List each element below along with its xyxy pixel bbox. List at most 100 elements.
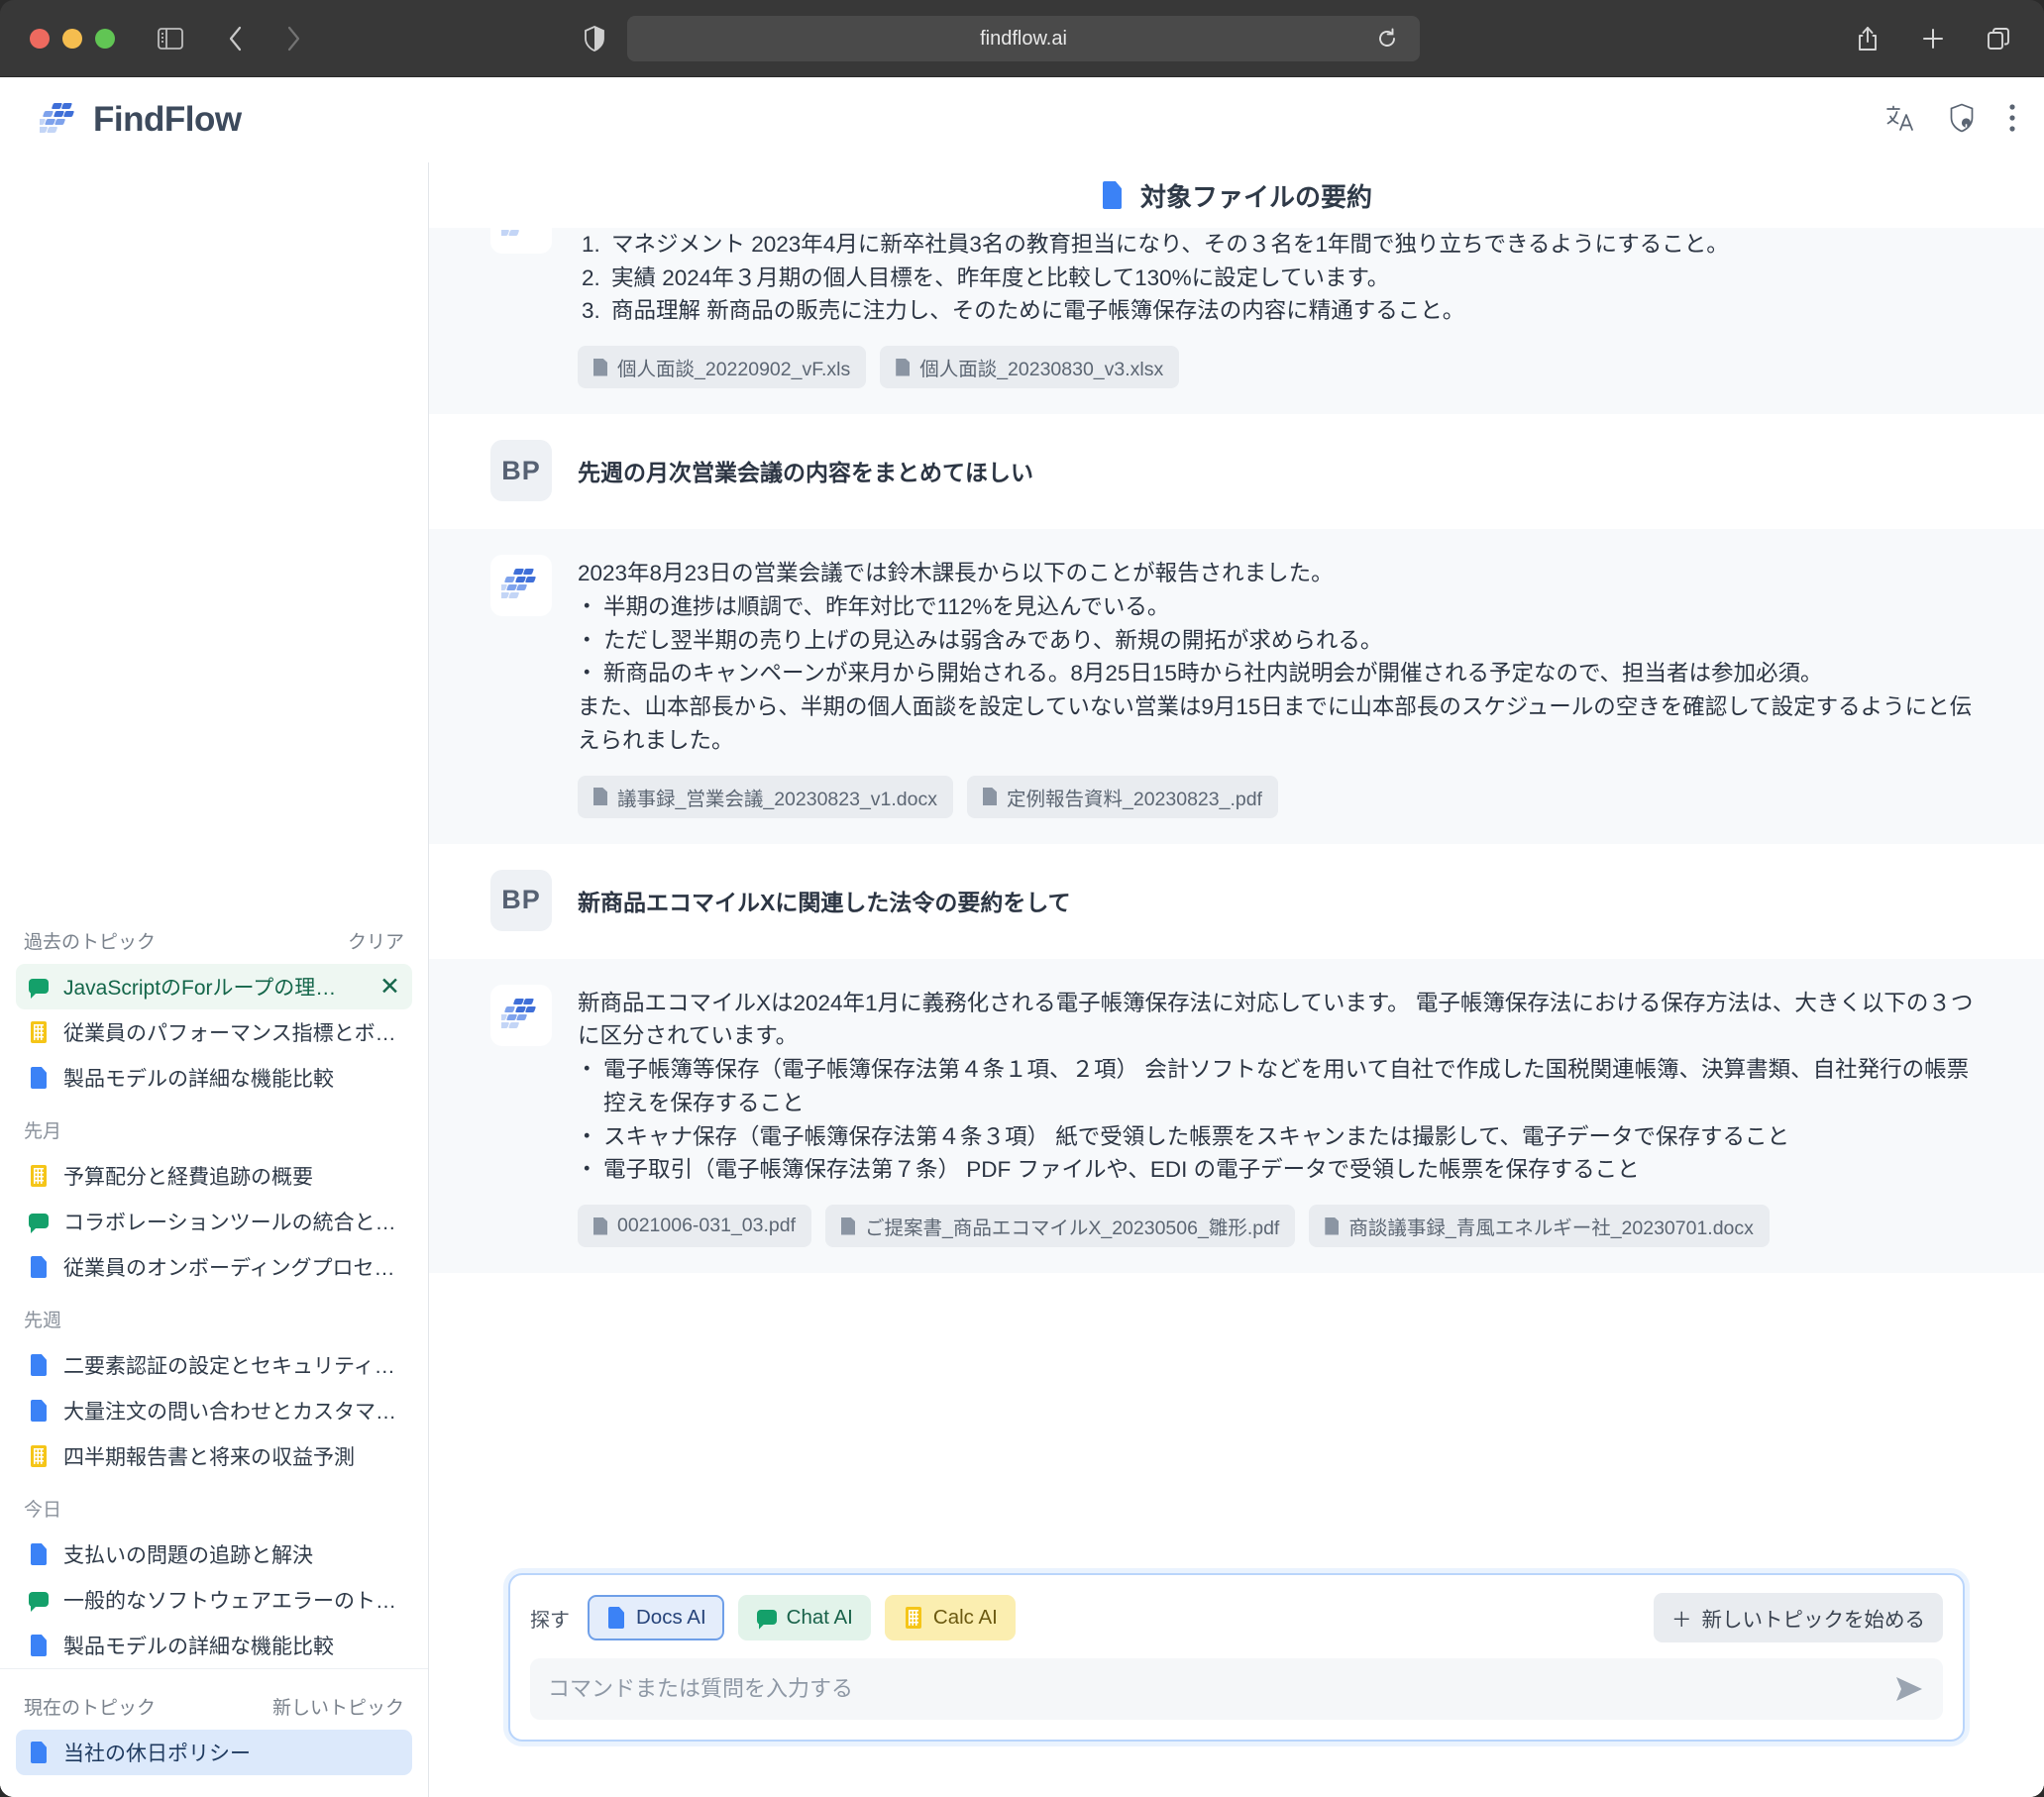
prompt-input[interactable] (548, 1676, 1893, 1702)
web-page: FindFlow (0, 77, 2044, 1797)
brand-name: FindFlow (93, 100, 242, 140)
browser-toolbar-right (1848, 0, 2018, 77)
sidebar-item[interactable]: 大量注文の問い合わせとカスタマイズオプシ… (16, 1388, 412, 1433)
source-file-name: 定例報告資料_20230823_.pdf (1007, 783, 1262, 811)
sidebar-group-label: 先月 (16, 1101, 412, 1153)
forward-arrow-icon[interactable] (273, 19, 313, 58)
user-message: BP先週の月次営業会議の内容をまとめてほしい (429, 414, 2044, 529)
assistant-message: 2023年8月30日に提出予定の面談資料では以下の変更が加えられています。1.マ… (429, 228, 2044, 414)
share-icon[interactable] (1848, 19, 1887, 58)
message-lead: 2023年8月23日の営業会議では鈴木課長から以下のことが報告されました。 (578, 557, 1975, 590)
list-item: 電子帳簿等保存（電子帳簿保存法第４条１項、２項） 会計ソフトなどを用いて自社で作… (578, 1053, 1975, 1120)
mode-calc-ai[interactable]: Calc AI (885, 1595, 1016, 1640)
sidebar-topics-list: 過去のトピック クリア JavaScriptのForループの理解…✕従業員のパフ… (0, 917, 428, 1668)
sidebar-item[interactable]: 従業員のオンボーディングプロセスと必要な… (16, 1244, 412, 1290)
file-icon (593, 1217, 607, 1235)
address-bar-text: findflow.ai (980, 28, 1067, 51)
translate-icon[interactable] (1885, 104, 1915, 137)
sidebar-group-label: 先週 (16, 1290, 412, 1342)
sidebar-toggle-icon[interactable] (151, 19, 190, 58)
message-body: 2023年8月30日に提出予定の面談資料では以下の変更が加えられています。1.マ… (578, 228, 1975, 388)
start-new-topic-label: 新しいトピックを始める (1702, 1603, 1926, 1633)
list-item: 半期の進捗は順調で、昨年対比で112%を見込んでいる。 (578, 590, 1975, 624)
source-file-name: 商談議事録_青風エネルギー社_20230701.docx (1348, 1212, 1754, 1240)
sidebar-item-label: 当社の休日ポリシー (63, 1738, 400, 1767)
sidebar-group-label: 今日 (16, 1479, 412, 1532)
source-file-chip[interactable]: 商談議事録_青風エネルギー社_20230701.docx (1309, 1205, 1770, 1247)
findflow-logo-icon (40, 103, 79, 137)
send-icon[interactable] (1893, 1674, 1925, 1704)
mode-label: Chat AI (787, 1606, 853, 1630)
plus-icon: ＋ (1671, 1603, 1692, 1633)
plus-icon[interactable] (1913, 19, 1953, 58)
minimize-window-button[interactable] (62, 29, 82, 49)
chat-icon (28, 975, 50, 999)
sidebar-item[interactable]: 予算配分と経費追跡の概要 (16, 1153, 412, 1199)
sidebar-item[interactable]: 支払いの問題の追跡と解決 (16, 1532, 412, 1577)
message-body: 新商品エコマイルXは2024年1月に義務化される電子帳簿保存法に対応しています。… (578, 985, 1975, 1248)
shield-lock-icon[interactable] (1949, 103, 1975, 138)
message-body: 先週の月次営業会議の内容をまとめてほしい (578, 440, 1975, 503)
mode-chat-ai[interactable]: Chat AI (738, 1595, 871, 1640)
sidebar-item-label: 四半期報告書と将来の収益予測 (63, 1441, 400, 1471)
main-layout: 過去のトピック クリア JavaScriptのForループの理解…✕従業員のパフ… (0, 162, 2044, 1797)
sidebar-item[interactable]: 製品モデルの詳細な機能比較 (16, 1055, 412, 1101)
sidebar-item[interactable]: 二要素認証の設定とセキュリティのヒント (16, 1342, 412, 1388)
start-new-topic-button[interactable]: ＋ 新しいトピックを始める (1654, 1593, 1943, 1642)
source-file-chip[interactable]: 個人面談_20230830_v3.xlsx (880, 346, 1179, 388)
sidebar-item-label: 二要素認証の設定とセキュリティのヒント (63, 1350, 400, 1380)
tab-overview-icon[interactable] (1979, 19, 2018, 58)
source-file-chip[interactable]: ご提案書_商品エコマイルX_20230506_雛形.pdf (825, 1205, 1295, 1247)
source-file-chips: 議事録_営業会議_20230823_v1.docx 定例報告資料_20230823… (578, 776, 1975, 818)
address-bar[interactable]: findflow.ai (627, 16, 1420, 61)
sidebar-item-label: 予算配分と経費追跡の概要 (63, 1161, 400, 1191)
close-window-button[interactable] (30, 29, 50, 49)
file-icon (593, 359, 607, 376)
source-file-chip[interactable]: 個人面談_20220902_vF.xls (578, 346, 866, 388)
source-file-chip[interactable]: 定例報告資料_20230823_.pdf (967, 776, 1278, 818)
navigation-buttons (216, 19, 313, 58)
current-topic-header: 現在のトピック 新しいトピック (16, 1683, 412, 1730)
back-arrow-icon[interactable] (216, 19, 256, 58)
calc-icon (28, 1020, 50, 1044)
clear-topics-button[interactable]: クリア (348, 927, 404, 954)
doc-icon (28, 1353, 50, 1377)
privacy-shield-icon[interactable] (575, 19, 614, 58)
message-body: 新商品エコマイルXに関連した法令の要約をして (578, 870, 1975, 933)
sidebar-item[interactable]: 一般的なソフトウェアエラーのトラブルシュ… (16, 1577, 412, 1623)
user-message: BP新商品エコマイルXに関連した法令の要約をして (429, 844, 2044, 959)
close-icon[interactable]: ✕ (370, 975, 400, 1000)
sidebar-item[interactable]: 製品モデルの詳細な機能比較 (16, 1623, 412, 1668)
page-title-text: 対象ファイルの要約 (1140, 177, 1372, 214)
list-number: 3. (582, 294, 600, 328)
file-icon (841, 1217, 855, 1235)
message-lead: 新商品エコマイルXは2024年1月に義務化される電子帳簿保存法に対応しています。… (578, 987, 1975, 1054)
new-topic-link[interactable]: 新しいトピック (272, 1693, 404, 1720)
reload-icon[interactable] (1372, 24, 1402, 53)
sidebar-item-current[interactable]: 当社の休日ポリシー (16, 1730, 412, 1775)
sidebar-item-label: 製品モデルの詳細な機能比較 (63, 1631, 400, 1660)
source-file-chip[interactable]: 0021006-031_03.pdf (578, 1205, 811, 1247)
browser-toolbar: findflow.ai (0, 0, 2044, 77)
sidebar-item[interactable]: 従業員のパフォーマンス指標とボーナス計算… (16, 1009, 412, 1055)
window-controls (30, 29, 115, 49)
kebab-menu-icon[interactable] (2008, 103, 2016, 138)
findflow-logo-icon (501, 569, 541, 602)
assistant-avatar (490, 555, 552, 616)
sidebar-item[interactable]: JavaScriptのForループの理解…✕ (16, 964, 412, 1009)
source-file-chip[interactable]: 議事録_営業会議_20230823_v1.docx (578, 776, 953, 818)
maximize-window-button[interactable] (95, 29, 115, 49)
mode-docs-ai[interactable]: Docs AI (588, 1595, 724, 1640)
findflow-logo-icon (501, 228, 541, 240)
prompt-input-row[interactable] (530, 1658, 1943, 1720)
doc-icon (28, 1741, 50, 1764)
list-number: 2. (582, 262, 600, 295)
mode-label: Calc AI (933, 1606, 998, 1630)
assistant-avatar (490, 985, 552, 1046)
list-item: 2.実績 2024年３月期の個人目標を、昨年度と比較して130%に設定しています… (578, 262, 1975, 295)
assistant-message: 新商品エコマイルXは2024年1月に義務化される電子帳簿保存法に対応しています。… (429, 959, 2044, 1274)
message-tail: また、山本部長から、半期の個人面談を設定していない営業は9月15日までに山本部長… (578, 690, 1975, 758)
sidebar-item[interactable]: 四半期報告書と将来の収益予測 (16, 1433, 412, 1479)
brand-logo[interactable]: FindFlow (40, 100, 242, 140)
sidebar-item[interactable]: コラボレーションツールの統合と使用のヒント (16, 1199, 412, 1244)
